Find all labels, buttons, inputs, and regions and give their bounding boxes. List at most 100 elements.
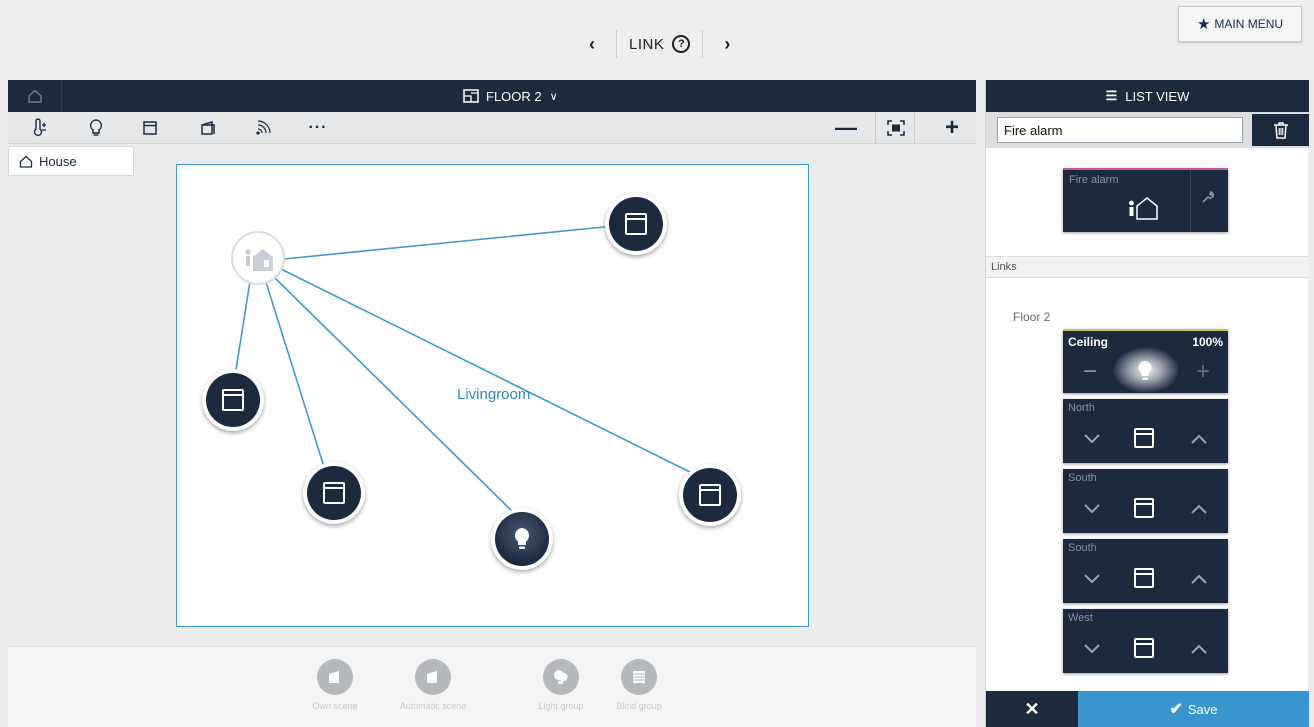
- zoom-out-button[interactable]: —: [834, 115, 858, 140]
- wrench-icon[interactable]: [1201, 190, 1215, 208]
- card-title: West: [1068, 612, 1093, 624]
- dim-down-button[interactable]: −: [1078, 358, 1102, 385]
- blind-down-button[interactable]: [1078, 497, 1106, 521]
- scene-label: Blind group: [616, 701, 662, 711]
- add-wireless-button[interactable]: [251, 117, 275, 139]
- blind-card-north[interactable]: North: [1063, 399, 1228, 463]
- add-light-button[interactable]: [84, 117, 108, 139]
- trash-icon: [1273, 122, 1288, 139]
- blind-icon: [699, 484, 721, 506]
- zoom-in-button[interactable]: +: [940, 114, 964, 141]
- blind-icon: [1134, 498, 1154, 518]
- previous-page-button[interactable]: ‹: [580, 34, 604, 55]
- home-button[interactable]: [8, 80, 62, 112]
- light-group-item[interactable]: Light group: [516, 659, 606, 711]
- card-title: Fire alarm: [1069, 174, 1119, 186]
- floor-group-label: Floor 2: [1013, 310, 1051, 324]
- blind-device[interactable]: [605, 193, 667, 255]
- blind-card-west[interactable]: West: [1063, 609, 1228, 673]
- blind-down-button[interactable]: [1078, 427, 1106, 451]
- search-input[interactable]: [997, 117, 1243, 143]
- card-title: South: [1068, 542, 1097, 554]
- add-blind-button[interactable]: [138, 117, 162, 139]
- wireless-icon: [256, 120, 271, 135]
- page-title: LINK: [629, 35, 665, 53]
- blind-down-button[interactable]: [1078, 637, 1106, 661]
- blind-up-button[interactable]: [1185, 637, 1213, 661]
- search-row: [986, 112, 1309, 148]
- blind-card-south[interactable]: South: [1063, 539, 1228, 603]
- fire-alarm-icon: [1129, 197, 1158, 220]
- blind-device[interactable]: [679, 464, 741, 526]
- blind-icon: [222, 389, 244, 411]
- house-label: House: [39, 153, 77, 169]
- blind-up-button[interactable]: [1185, 567, 1213, 591]
- save-button[interactable]: ✔ Save: [1078, 691, 1309, 727]
- light-level: 100%: [1192, 335, 1223, 349]
- own-scene-item[interactable]: Own scene: [290, 659, 380, 711]
- floor-bar: FLOOR 2 ∨: [8, 80, 976, 112]
- floor-title: FLOOR 2: [486, 88, 542, 104]
- scene-label: Automatic scene: [399, 701, 467, 711]
- save-label: Save: [1187, 701, 1218, 717]
- blind-device[interactable]: [202, 369, 264, 431]
- list-view-panel: ☰ LIST VIEW Fire alarm Links Floor 2 Cei…: [985, 80, 1309, 727]
- room-livingroom[interactable]: Livingroom: [176, 164, 809, 627]
- more-button[interactable]: ···: [306, 117, 330, 139]
- automatic-scene-icon: [415, 659, 451, 695]
- blind-icon: [323, 482, 345, 504]
- scene-label: Light group: [538, 701, 584, 711]
- floor-plan-icon: [463, 89, 479, 103]
- blind-up-button[interactable]: [1185, 427, 1213, 451]
- links-section-header: Links: [986, 256, 1309, 278]
- blind-group-icon: [621, 659, 657, 695]
- add-temperature-button[interactable]: [28, 117, 52, 139]
- chevron-down-icon: [1084, 644, 1100, 654]
- card-divider: [1190, 170, 1191, 232]
- blind-up-button[interactable]: [1185, 497, 1213, 521]
- cancel-button[interactable]: ✕: [986, 691, 1078, 727]
- next-page-button[interactable]: ›: [715, 34, 739, 55]
- automatic-scene-item[interactable]: Automatic scene: [388, 659, 478, 711]
- link-line: [283, 223, 635, 260]
- main-menu-label: MAIN MENU: [1214, 17, 1284, 31]
- page-navigation: ‹ LINK ? ›: [580, 28, 739, 60]
- fire-alarm-card[interactable]: Fire alarm: [1063, 168, 1228, 232]
- dim-up-button[interactable]: +: [1191, 358, 1215, 385]
- floor-selector[interactable]: FLOOR 2 ∨: [463, 80, 558, 112]
- link-line: [234, 274, 252, 377]
- add-scene-button[interactable]: [196, 117, 220, 139]
- list-icon: ☰: [1105, 88, 1118, 103]
- fit-to-screen-button[interactable]: [884, 117, 908, 139]
- blind-icon: [1134, 428, 1154, 448]
- blind-icon: [625, 213, 647, 235]
- help-icon[interactable]: ?: [672, 35, 691, 53]
- light-device[interactable]: [491, 508, 553, 570]
- main-menu-button[interactable]: ★ MAIN MENU: [1178, 6, 1302, 42]
- house-tree-item[interactable]: House: [8, 146, 134, 176]
- blind-down-button[interactable]: [1078, 567, 1106, 591]
- chevron-up-icon: [1191, 434, 1207, 444]
- chevron-down-icon: [1084, 434, 1100, 444]
- home-icon: [27, 89, 42, 103]
- scene-icon: [201, 120, 215, 135]
- list-view-header[interactable]: ☰ LIST VIEW: [986, 80, 1309, 112]
- delete-button[interactable]: [1252, 114, 1309, 146]
- blind-device[interactable]: [303, 462, 365, 524]
- blind-group-item[interactable]: Blind group: [594, 659, 684, 711]
- light-group-icon: [543, 659, 579, 695]
- ceiling-light-card[interactable]: Ceiling 100% − +: [1063, 329, 1228, 393]
- scene-bar: Own scene Automatic scene Light group Bl…: [8, 646, 976, 727]
- home-icon: [19, 155, 33, 168]
- chevron-down-icon: [1084, 504, 1100, 514]
- scene-label: Own scene: [312, 701, 358, 711]
- toolbar-divider: [875, 112, 876, 144]
- chevron-down-icon: [1084, 574, 1100, 584]
- scene-icon: [317, 659, 353, 695]
- blind-card-south[interactable]: South: [1063, 469, 1228, 533]
- check-icon: ✔: [1169, 701, 1183, 718]
- bulb-icon: [514, 528, 530, 549]
- link-line: [264, 278, 325, 468]
- fire-alarm-sensor-node[interactable]: [231, 231, 285, 285]
- fire-alarm-icon: [245, 249, 273, 271]
